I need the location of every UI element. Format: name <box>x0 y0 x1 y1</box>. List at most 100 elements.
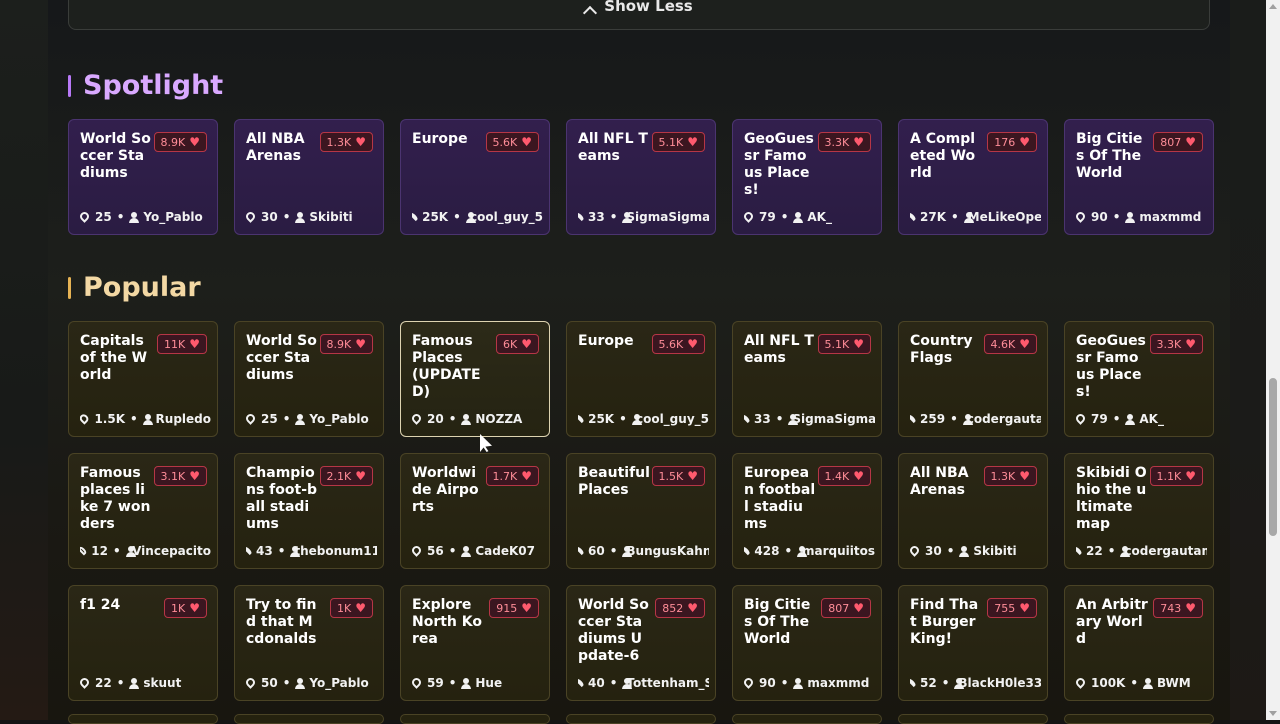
heart-icon: ♥ <box>1185 135 1196 149</box>
map-card[interactable]: Beautiful Places1.5K♥60•BungusKahn <box>566 453 716 569</box>
map-card-partial[interactable] <box>234 714 384 724</box>
heart-icon: ♥ <box>189 601 200 615</box>
map-card[interactable]: f1 241K♥22•skuut <box>68 585 218 701</box>
likes-badge[interactable]: 1.1K♥ <box>1150 466 1203 486</box>
likes-badge[interactable]: 5.6K♥ <box>486 132 539 152</box>
likes-count: 5.1K <box>825 338 850 351</box>
map-card-partial[interactable] <box>732 714 882 724</box>
heart-icon: ♥ <box>189 337 200 351</box>
likes-badge[interactable]: 2.1K♥ <box>320 466 373 486</box>
location-pin-icon <box>744 545 751 554</box>
page-scrollbar[interactable] <box>1266 0 1280 720</box>
likes-count: 852 <box>662 602 683 615</box>
likes-badge[interactable]: 807♥ <box>821 598 871 618</box>
likes-badge[interactable]: 1.5K♥ <box>652 466 705 486</box>
show-less-button[interactable]: Show Less <box>68 0 1210 30</box>
map-card[interactable]: Famous places like 7 wonders3.1K♥12•Vinc… <box>68 453 218 569</box>
map-name: Try to find that Mcdonalds <box>246 597 318 648</box>
likes-badge[interactable]: 1K♥ <box>330 598 373 618</box>
likes-badge[interactable]: 3.3K♥ <box>1150 334 1203 354</box>
separator-dot: • <box>117 210 125 224</box>
likes-badge[interactable]: 5.6K♥ <box>652 334 705 354</box>
map-card[interactable]: Capitals of the World11K♥1.5K•Rupledo <box>68 321 218 437</box>
map-card[interactable]: Find That Burger King!755♥52•BlackH0le33… <box>898 585 1048 701</box>
map-card[interactable]: Europe5.6K♥25K•cool_guy_5 <box>400 119 550 235</box>
scroll-down-icon[interactable] <box>1269 711 1277 716</box>
likes-badge[interactable]: 743♥ <box>1153 598 1203 618</box>
user-icon <box>1125 212 1135 223</box>
map-card[interactable]: Champions foot-ball stadiums2.1K♥43•theb… <box>234 453 384 569</box>
likes-badge[interactable]: 5.1K♥ <box>818 334 871 354</box>
map-card[interactable]: GeoGuessr Famous Places!3.3K♥79•AK_ <box>732 119 882 235</box>
map-card[interactable]: An Arbitrary World743♥100K•BWM <box>1064 585 1214 701</box>
heart-icon: ♥ <box>521 135 532 149</box>
author-name: Skibiti <box>973 544 1016 558</box>
map-name: All NBA Arenas <box>246 131 318 165</box>
map-card[interactable]: Big Cities Of The World807♥90•maxmmd <box>1064 119 1214 235</box>
map-name: Big Cities Of The World <box>744 597 816 648</box>
map-card[interactable]: A Completed World176♥27K•MeLikeOpet <box>898 119 1048 235</box>
map-card[interactable]: Country Flags4.6K♥259•codergautar <box>898 321 1048 437</box>
likes-badge[interactable]: 915♥ <box>489 598 539 618</box>
likes-count: 915 <box>496 602 517 615</box>
map-card-partial[interactable] <box>400 714 550 724</box>
likes-badge[interactable]: 1.3K♥ <box>320 132 373 152</box>
likes-badge[interactable]: 3.3K♥ <box>818 132 871 152</box>
map-card[interactable]: Skibidi Ohio the ultimate map1.1K♥22•cod… <box>1064 453 1214 569</box>
map-card[interactable]: Europe5.6K♥25K•cool_guy_5 <box>566 321 716 437</box>
map-card[interactable]: Worldwide Airports1.7K♥56•CadeK07 <box>400 453 550 569</box>
map-card[interactable]: European football stadiums1.4K♥428•marqu… <box>732 453 882 569</box>
map-card[interactable]: World Soccer Stadiums Update-6852♥40•Tot… <box>566 585 716 701</box>
map-card[interactable]: World Soccer Stadiums8.9K♥25•Yo_Pablo <box>68 119 218 235</box>
map-card-partial[interactable] <box>1064 714 1214 724</box>
scroll-up-icon[interactable] <box>1269 4 1277 9</box>
heart-icon: ♥ <box>521 337 532 351</box>
location-pin-icon <box>80 210 91 222</box>
map-card[interactable]: World Soccer Stadiums8.9K♥25•Yo_Pablo <box>234 321 384 437</box>
map-card-partial[interactable] <box>68 714 218 724</box>
separator-dot: • <box>784 544 792 558</box>
location-pin-icon <box>246 545 253 554</box>
author-name: CadeK07 <box>475 544 535 558</box>
map-card-partial[interactable] <box>898 714 1048 724</box>
likes-badge[interactable]: 755♥ <box>987 598 1037 618</box>
map-card[interactable]: GeoGuessr Famous Places!3.3K♥79•AK_ <box>1064 321 1214 437</box>
likes-badge[interactable]: 807♥ <box>1153 132 1203 152</box>
likes-badge[interactable]: 1.3K♥ <box>984 466 1037 486</box>
map-name: Europe <box>412 131 484 148</box>
map-card[interactable]: Famous Places (UPDATED)6K♥20•NOZZA <box>400 321 550 437</box>
map-card-partial[interactable] <box>566 714 716 724</box>
likes-badge[interactable]: 6K♥ <box>496 334 539 354</box>
likes-badge[interactable]: 4.6K♥ <box>984 334 1037 354</box>
location-count: 1.5K <box>94 412 125 426</box>
location-count: 43 <box>256 544 273 558</box>
likes-badge[interactable]: 852 ♥ <box>655 598 705 618</box>
map-card[interactable]: Big Cities Of The World807♥90•maxmmd <box>732 585 882 701</box>
likes-badge[interactable]: 1K♥ <box>164 598 207 618</box>
heart-icon: ♥ <box>355 469 366 483</box>
map-card[interactable]: All NBA Arenas1.3K♥30•Skibiti <box>234 119 384 235</box>
map-name: Famous places like 7 wonders <box>80 465 152 533</box>
map-card[interactable]: All NFL Teams5.1K♥33•SigmaSigmaC <box>566 119 716 235</box>
likes-badge[interactable]: 1.4K♥ <box>818 466 871 486</box>
map-meta: 25K•cool_guy_5 <box>578 412 709 426</box>
likes-badge[interactable]: 176♥ <box>987 132 1037 152</box>
map-card[interactable]: All NFL Teams5.1K♥33•SigmaSigmaC <box>732 321 882 437</box>
user-icon <box>1143 678 1153 689</box>
likes-badge[interactable]: 5.1K♥ <box>652 132 705 152</box>
likes-badge[interactable]: 1.7K♥ <box>486 466 539 486</box>
likes-badge[interactable]: 11K♥ <box>157 334 207 354</box>
map-name: Capitals of the World <box>80 333 152 384</box>
map-card[interactable]: Try to find that Mcdonalds1K♥50•Yo_Pablo <box>234 585 384 701</box>
likes-badge[interactable]: 8.9K♥ <box>320 334 373 354</box>
likes-badge[interactable]: 3.1K♥ <box>154 466 207 486</box>
heart-icon: ♥ <box>687 601 698 615</box>
map-card[interactable]: Explore North Korea915♥59•Hue <box>400 585 550 701</box>
scrollbar-thumb[interactable] <box>1269 378 1277 536</box>
likes-badge[interactable]: 8.9K♥ <box>154 132 207 152</box>
location-pin-icon <box>578 677 585 686</box>
map-card[interactable]: All NBA Arenas1.3K♥30•Skibiti <box>898 453 1048 569</box>
author-name: BWM <box>1157 676 1191 690</box>
location-count: 25K <box>422 210 448 224</box>
map-meta: 79•AK_ <box>1076 412 1207 426</box>
